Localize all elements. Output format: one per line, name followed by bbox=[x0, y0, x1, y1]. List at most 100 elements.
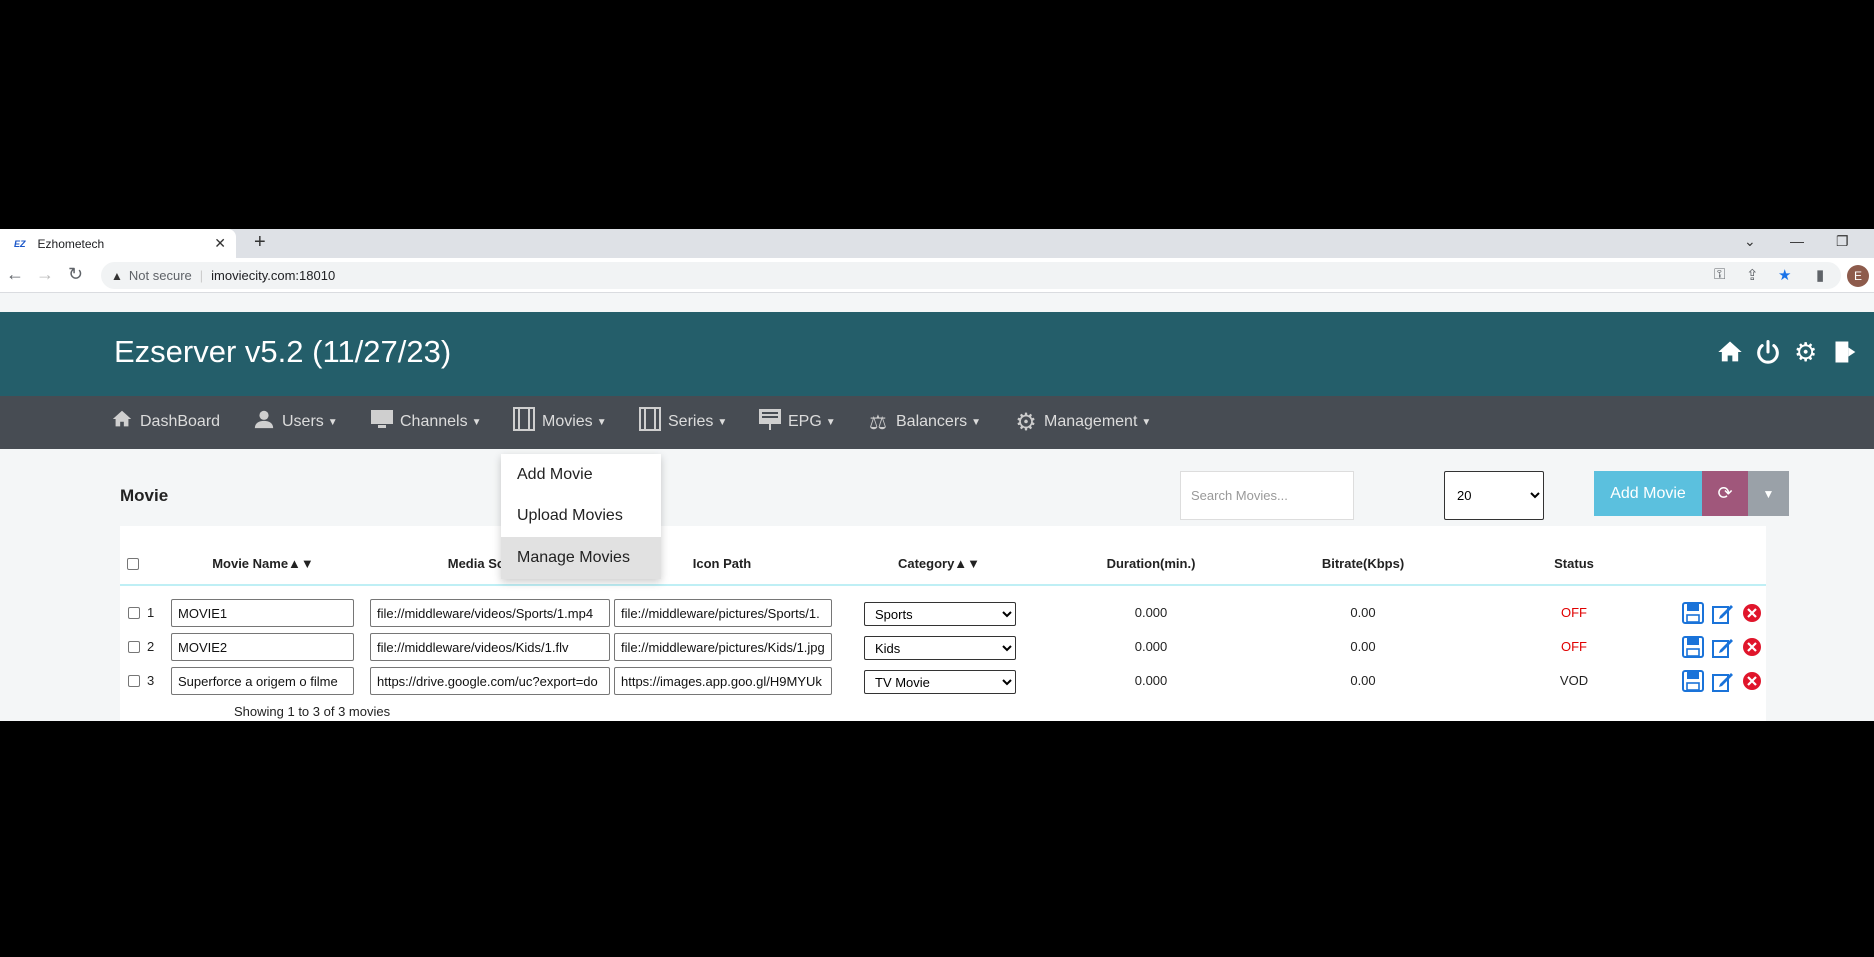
caret-down-icon: ▼ bbox=[596, 416, 607, 428]
save-icon[interactable] bbox=[1682, 670, 1704, 692]
scale-icon: ⚖ bbox=[869, 411, 887, 434]
nav-label: DashBoard bbox=[140, 413, 221, 430]
icon-path-input[interactable]: file://middleware/pictures/Kids/1.jpg bbox=[614, 633, 832, 661]
status-badge: OFF bbox=[1561, 605, 1587, 620]
film-icon bbox=[638, 407, 662, 437]
header-movie-name[interactable]: Movie Name▲▼ bbox=[212, 556, 314, 571]
add-movie-button[interactable]: Add Movie bbox=[1594, 471, 1702, 516]
refresh-icon: ⟳ bbox=[1717, 483, 1733, 503]
header-category[interactable]: Category▲▼ bbox=[898, 556, 980, 571]
header-duration: Duration(min.) bbox=[1106, 556, 1196, 571]
address-bar-row: ← → ↻ ▲ Not secure | imoviecity.com:1801… bbox=[0, 258, 1874, 293]
status-badge: VOD bbox=[1559, 673, 1589, 688]
edit-icon[interactable] bbox=[1712, 636, 1734, 658]
menu-item-add-movie[interactable]: Add Movie bbox=[501, 454, 661, 496]
presentation-icon bbox=[758, 407, 782, 437]
header-icon-path: Icon Path bbox=[692, 556, 752, 571]
minimize-icon[interactable]: — bbox=[1790, 233, 1804, 249]
nav-label: Users bbox=[282, 413, 324, 430]
nav-epg[interactable]: EPG ▼ bbox=[758, 409, 836, 435]
omnibox[interactable]: ▲ Not secure | imoviecity.com:18010 bbox=[101, 262, 1841, 289]
nav-series[interactable]: Series ▼ bbox=[638, 407, 728, 437]
browser-window: EZ Ezhometech ✕ + ⌄ — ❐ ← → ↻ ▲ Not secu… bbox=[0, 229, 1874, 721]
select-all-checkbox[interactable] bbox=[127, 558, 139, 570]
media-source-input[interactable]: https://drive.google.com/uc?export=do bbox=[370, 667, 610, 695]
media-source-input[interactable]: file://middleware/videos/Sports/1.mp4 bbox=[370, 599, 610, 627]
category-select[interactable]: Kids bbox=[864, 636, 1016, 660]
table-header: Movie Name▲▼ Media Source Icon Path Cate… bbox=[120, 526, 1766, 586]
browser-tab[interactable]: EZ Ezhometech ✕ bbox=[0, 229, 236, 258]
back-icon[interactable]: ← bbox=[6, 264, 24, 285]
category-select[interactable]: Sports bbox=[864, 602, 1016, 626]
caret-down-icon: ▼ bbox=[825, 416, 836, 428]
forward-icon[interactable]: → bbox=[36, 264, 54, 285]
movie-name-input[interactable]: Superforce a origem o filme bbox=[171, 667, 354, 695]
nav-label: EPG bbox=[788, 413, 822, 430]
menu-item-manage-movies[interactable]: Manage Movies bbox=[501, 537, 661, 579]
nav-users[interactable]: Users ▼ bbox=[252, 409, 338, 435]
nav-label: Management bbox=[1044, 413, 1138, 430]
film-icon bbox=[512, 407, 536, 437]
row-number: 3 bbox=[147, 673, 155, 688]
side-panel-icon[interactable]: ▮ bbox=[1816, 266, 1824, 284]
gear-icon[interactable]: ⚙ bbox=[1794, 338, 1817, 366]
movie-name-input[interactable]: MOVIE2 bbox=[171, 633, 354, 661]
icon-path-input[interactable]: file://middleware/pictures/Sports/1. bbox=[614, 599, 832, 627]
logout-icon[interactable] bbox=[1832, 338, 1860, 371]
caret-down-icon: ▼ bbox=[1141, 416, 1152, 428]
row-checkbox[interactable] bbox=[128, 675, 140, 687]
favicon: EZ bbox=[14, 238, 26, 249]
delete-icon[interactable] bbox=[1741, 670, 1763, 692]
reload-icon[interactable]: ↻ bbox=[68, 264, 83, 285]
page-title: Movie bbox=[120, 486, 169, 505]
avatar[interactable]: E bbox=[1847, 265, 1869, 287]
power-icon[interactable] bbox=[1754, 338, 1782, 371]
nav-dashboard[interactable]: DashBoard bbox=[110, 409, 220, 435]
nav-channels[interactable]: Channels ▼ bbox=[370, 409, 482, 435]
media-source-input[interactable]: file://middleware/videos/Kids/1.flv bbox=[370, 633, 610, 661]
nav-label: Movies bbox=[542, 413, 593, 430]
caret-down-icon: ▼ bbox=[971, 416, 982, 428]
nav-balancers[interactable]: ⚖ Balancers ▼ bbox=[866, 409, 981, 435]
more-options-button[interactable]: ▼ bbox=[1748, 471, 1789, 516]
security-label[interactable]: Not secure bbox=[129, 268, 192, 283]
per-page-select[interactable]: 20 bbox=[1444, 471, 1544, 520]
nav-management[interactable]: ⚙ Management ▼ bbox=[1014, 409, 1152, 436]
delete-icon[interactable] bbox=[1741, 602, 1763, 624]
warning-icon[interactable]: ▲ bbox=[111, 269, 123, 283]
category-select[interactable]: TV Movie bbox=[864, 670, 1016, 694]
icon-path-input[interactable]: https://images.app.goo.gl/H9MYUk bbox=[614, 667, 832, 695]
close-tab-icon[interactable]: ✕ bbox=[214, 235, 226, 252]
url-text[interactable]: imoviecity.com:18010 bbox=[211, 268, 335, 283]
header-status: Status bbox=[1554, 556, 1594, 571]
new-tab-icon[interactable]: + bbox=[254, 231, 266, 254]
row-checkbox[interactable] bbox=[128, 607, 140, 619]
key-icon[interactable]: ⚿ bbox=[1714, 266, 1725, 283]
save-icon[interactable] bbox=[1682, 636, 1704, 658]
nav-movies[interactable]: Movies ▼ bbox=[512, 407, 607, 437]
search-input[interactable] bbox=[1180, 471, 1354, 520]
header-bitrate: Bitrate(Kbps) bbox=[1321, 556, 1405, 571]
share-icon[interactable]: ⇪ bbox=[1746, 266, 1759, 284]
tab-search-icon[interactable]: ⌄ bbox=[1744, 233, 1756, 250]
delete-icon[interactable] bbox=[1741, 636, 1763, 658]
home-icon[interactable] bbox=[1716, 338, 1744, 371]
menu-item-upload-movies[interactable]: Upload Movies bbox=[501, 495, 661, 537]
movie-name-input[interactable]: MOVIE1 bbox=[171, 599, 354, 627]
edit-icon[interactable] bbox=[1712, 670, 1734, 692]
row-checkbox[interactable] bbox=[128, 641, 140, 653]
caret-down-icon: ▼ bbox=[717, 416, 728, 428]
bookmark-star-icon[interactable]: ★ bbox=[1778, 266, 1791, 284]
monitor-icon bbox=[370, 408, 394, 436]
refresh-button[interactable]: ⟳ bbox=[1702, 471, 1748, 516]
bitrate-value: 0.00 bbox=[1350, 673, 1376, 688]
status-badge: OFF bbox=[1561, 639, 1587, 654]
save-icon[interactable] bbox=[1682, 602, 1704, 624]
table-row: 2 MOVIE2 file://middleware/videos/Kids/1… bbox=[120, 630, 1766, 664]
movies-dropdown-menu: Add Movie Upload Movies Manage Movies bbox=[501, 454, 661, 579]
separator: | bbox=[199, 268, 204, 283]
restore-icon[interactable]: ❐ bbox=[1836, 233, 1849, 250]
duration-value: 0.000 bbox=[1134, 639, 1168, 654]
edit-icon[interactable] bbox=[1712, 602, 1734, 624]
caret-down-icon: ▼ bbox=[471, 416, 482, 428]
